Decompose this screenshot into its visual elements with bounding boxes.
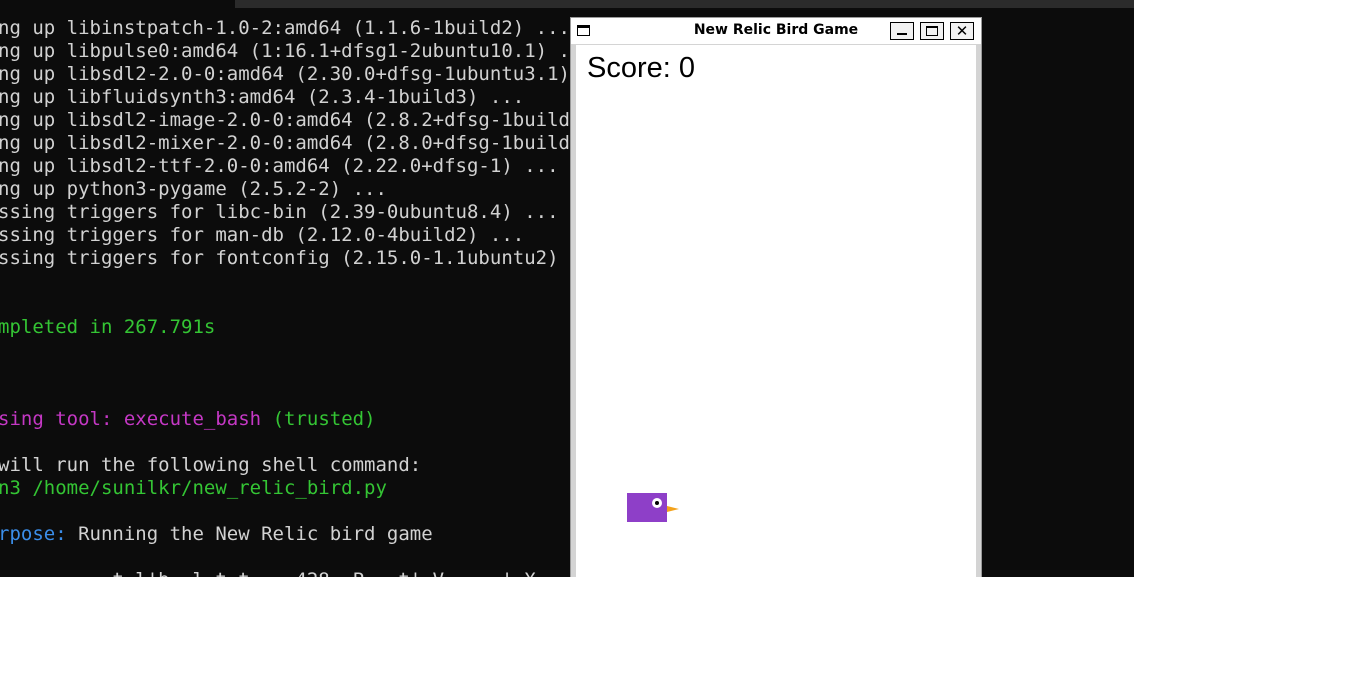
terminal-text: (trusted): [261, 408, 376, 430]
close-button[interactable]: ✕: [950, 22, 974, 40]
terminal-line: mpleted in 267.791s: [0, 316, 639, 339]
bird-eye: [652, 498, 662, 508]
game-window[interactable]: New Relic Bird Game ✕ Score: 0: [570, 17, 982, 578]
terminal-line: rpose: Running the New Relic bird game: [0, 523, 639, 546]
terminal-text: rpose:: [0, 523, 79, 545]
terminal-text: ssing triggers for libc-bin (2.39-0ubunt…: [0, 201, 559, 223]
terminal-line: ssing triggers for libc-bin (2.39-0ubunt…: [0, 201, 639, 224]
bird-sprite: [627, 493, 679, 522]
terminal-text: ng up libsdl2-ttf-2.0-0:amd64 (2.22.0+df…: [0, 155, 559, 177]
terminal-text: ng up libsdl2-mixer-2.0-0:amd64 (2.8.0+d…: [0, 132, 639, 154]
minimize-button[interactable]: [890, 22, 914, 40]
maximize-icon: [926, 26, 938, 36]
terminal-line: t l'b l t t 428 P t' V ' X: [0, 569, 639, 577]
terminal-text: will run the following shell command:: [0, 454, 422, 476]
terminal-text: execute_bash: [123, 408, 262, 430]
terminal-text: sing tool:: [0, 408, 124, 430]
terminal-line: ng up libsdl2-mixer-2.0-0:amd64 (2.8.0+d…: [0, 132, 639, 155]
terminal-text: ng up libfluidsynth3:amd64 (2.3.4-1build…: [0, 86, 525, 108]
terminal-text: ssing triggers for man-db (2.12.0-4build…: [0, 224, 525, 246]
terminal-line: sing tool: execute_bash (trusted): [0, 408, 639, 431]
terminal-line: ssing triggers for man-db (2.12.0-4build…: [0, 224, 639, 247]
terminal-output: ng up libinstpatch-1.0-2:amd64 (1.1.6-1b…: [0, 17, 639, 577]
terminal-text: ng up libsdl2-image-2.0-0:amd64 (2.8.2+d…: [0, 109, 639, 131]
terminal-line: ng up libsdl2-2.0-0:amd64 (2.30.0+dfsg-1…: [0, 63, 639, 86]
terminal-line: ng up python3-pygame (2.5.2-2) ...: [0, 178, 639, 201]
terminal-text: mpleted in 267.791s: [0, 316, 216, 338]
terminal-text: t l'b l t t 428 P t' V ' X: [0, 569, 535, 577]
terminal-line: ssing triggers for fontconfig (2.15.0-1.…: [0, 247, 639, 270]
game-canvas[interactable]: Score: 0: [576, 45, 976, 578]
terminal-line: n3 /home/sunilkr/new_relic_bird.py: [0, 477, 639, 500]
terminal-line: will run the following shell command:: [0, 454, 639, 477]
minimize-icon: [897, 33, 907, 35]
terminal-text: ng up libpulse0:amd64 (1:16.1+dfsg1-2ubu…: [0, 40, 593, 62]
terminal-line: ng up libpulse0:amd64 (1:16.1+dfsg1-2ubu…: [0, 40, 639, 63]
terminal-scrollbar[interactable]: [235, 0, 1134, 8]
terminal-line: ng up libinstpatch-1.0-2:amd64 (1.1.6-1b…: [0, 17, 639, 40]
game-titlebar[interactable]: New Relic Bird Game ✕: [571, 18, 981, 44]
maximize-button[interactable]: [920, 22, 944, 40]
close-icon: ✕: [955, 22, 969, 40]
terminal-line: ng up libfluidsynth3:amd64 (2.3.4-1build…: [0, 86, 639, 109]
terminal-text: n3 /home/sunilkr/new_relic_bird.py: [0, 477, 387, 499]
terminal-text: ng up libinstpatch-1.0-2:amd64 (1.1.6-1b…: [0, 17, 570, 39]
terminal-line: ng up libsdl2-ttf-2.0-0:amd64 (2.22.0+df…: [0, 155, 639, 178]
terminal-text: ng up python3-pygame (2.5.2-2) ...: [0, 178, 387, 200]
terminal-text: ssing triggers for fontconfig (2.15.0-1.…: [0, 247, 605, 269]
terminal-line: ng up libsdl2-image-2.0-0:amd64 (2.8.2+d…: [0, 109, 639, 132]
terminal-text: Running the New Relic bird game: [78, 523, 433, 545]
terminal-text: ng up libsdl2-2.0-0:amd64 (2.30.0+dfsg-1…: [0, 63, 616, 85]
bird-beak: [667, 506, 679, 512]
bird-pupil: [655, 501, 659, 505]
score-label: Score: 0: [587, 52, 695, 84]
